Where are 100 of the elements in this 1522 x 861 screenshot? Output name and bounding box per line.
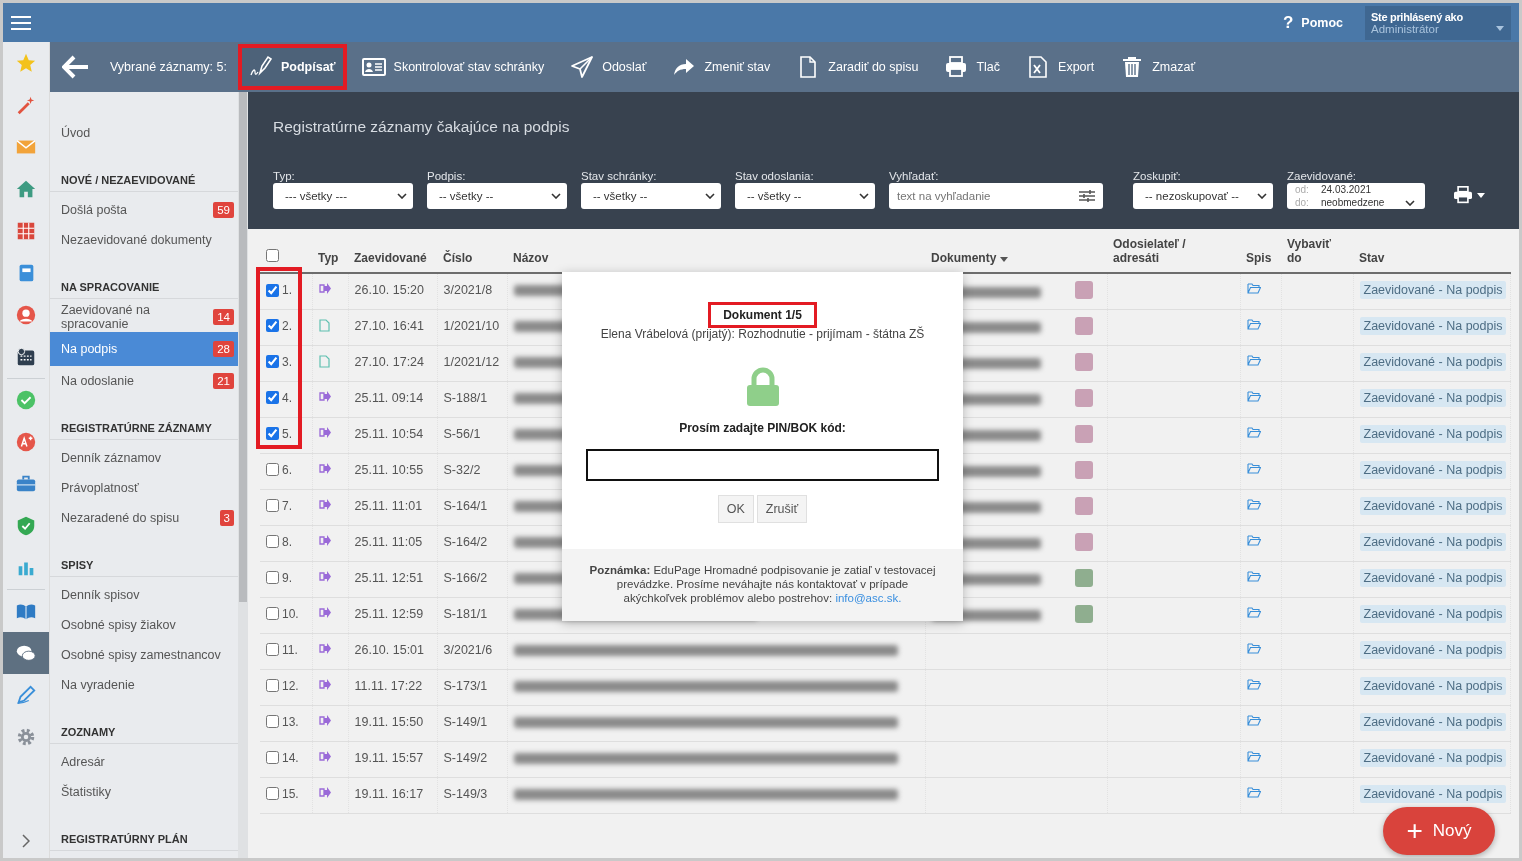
filter-dropdown[interactable]: -- všetky --	[735, 183, 875, 209]
print-menu-button[interactable]	[1453, 186, 1485, 204]
row-checkbox[interactable]	[266, 751, 279, 764]
folder-icon[interactable]	[1246, 786, 1261, 798]
column-header[interactable]: Odosielateľ / adresáti	[1113, 237, 1234, 265]
row-number: 6.	[282, 462, 292, 477]
toolbar-button[interactable]: Zaradiť do spisu	[786, 45, 929, 89]
filter-dropdown[interactable]: -- nezoskupovať --	[1133, 183, 1273, 209]
sidebar-item[interactable]: Štatistiky	[50, 777, 238, 807]
document-thumbnail[interactable]	[1074, 316, 1093, 335]
dialog-button[interactable]: OK	[717, 495, 754, 523]
sidebar-item[interactable]: Osobné spisy zamestnancov	[50, 640, 238, 670]
document-thumbnail[interactable]	[1074, 388, 1093, 407]
new-button[interactable]: + Nový	[1383, 807, 1495, 855]
toolbar-button[interactable]: Tlač	[934, 45, 1011, 89]
document-thumbnail[interactable]	[1074, 424, 1093, 443]
folder-icon[interactable]	[1246, 462, 1261, 474]
row-checkbox[interactable]	[266, 607, 279, 620]
row-number: 10.	[282, 606, 299, 621]
row-checkbox[interactable]	[266, 283, 279, 297]
scrollbar[interactable]	[238, 92, 248, 858]
folder-icon[interactable]	[1246, 534, 1261, 546]
row-checkbox[interactable]	[266, 463, 279, 476]
folder-icon[interactable]	[1246, 354, 1261, 366]
folder-icon[interactable]	[1246, 390, 1261, 402]
filter-settings-icon[interactable]	[1079, 189, 1095, 203]
document-thumbnail[interactable]	[1074, 496, 1093, 515]
select-all-checkbox[interactable]	[266, 249, 279, 262]
row-checkbox[interactable]	[266, 319, 279, 332]
sidebar-item[interactable]: Na vyradenie	[50, 670, 238, 700]
filter-dropdown[interactable]: -- všetky --	[427, 183, 567, 209]
sidebar-item[interactable]: Úvod	[50, 118, 238, 148]
column-header[interactable]: Zaevidované	[354, 251, 427, 265]
folder-icon[interactable]	[1246, 498, 1261, 510]
toolbar-button[interactable]: Export	[1016, 45, 1105, 89]
filter-dropdown[interactable]: -- všetky --	[581, 183, 721, 209]
sidebar-item[interactable]: Zaevidované na spracovanie 14	[50, 302, 238, 332]
row-checkbox[interactable]	[266, 787, 279, 800]
user-menu[interactable]: Ste prihlásený ako Administrátor	[1365, 5, 1511, 40]
sidebar-item[interactable]: Na odoslanie 21	[50, 366, 238, 396]
document-thumbnail[interactable]	[1074, 460, 1093, 479]
folder-icon[interactable]	[1246, 750, 1261, 762]
date-range-field[interactable]: od: 24.03.2021 do: neobmedzene	[1287, 183, 1425, 209]
toolbar-button[interactable]: Podpísať	[238, 45, 346, 89]
column-header[interactable]: Stav	[1359, 251, 1385, 265]
row-checkbox[interactable]	[266, 571, 279, 584]
toolbar-button[interactable]: Skontrolovať stav schránky	[351, 45, 555, 89]
pin-field[interactable]	[586, 449, 939, 481]
chevron-right-icon[interactable]	[22, 834, 30, 848]
row-checkbox[interactable]	[266, 391, 279, 404]
sidebar-item[interactable]: Právoplatnosť	[50, 473, 238, 503]
search-field[interactable]: text na vyhľadanie	[889, 183, 1103, 209]
sidebar-item[interactable]: Došlá pošta 59	[50, 195, 238, 225]
row-checkbox[interactable]	[266, 355, 279, 368]
sidebar-item[interactable]: Denník spisov	[50, 580, 238, 610]
sidebar-item[interactable]: Nezaradené do spisu 3	[50, 503, 238, 533]
folder-icon[interactable]	[1246, 570, 1261, 582]
document-thumbnail[interactable]	[1074, 352, 1093, 371]
sidebar-item[interactable]: Na podpis 28	[50, 332, 238, 366]
row-checkbox[interactable]	[266, 643, 279, 656]
folder-icon[interactable]	[1246, 283, 1261, 294]
toolbar-button[interactable]: Zmeniť stav	[662, 45, 781, 89]
document-thumbnail[interactable]	[1074, 281, 1093, 299]
row-checkbox[interactable]	[266, 535, 279, 548]
column-header[interactable]: Spis	[1246, 251, 1272, 265]
sort-caret-icon[interactable]	[999, 257, 1008, 262]
document-thumbnail[interactable]	[1074, 604, 1093, 623]
document-thumbnail[interactable]	[1074, 568, 1093, 587]
help-icon[interactable]: ?	[1282, 12, 1294, 33]
folder-icon[interactable]	[1246, 426, 1261, 438]
sidebar-item[interactable]: Adresár	[50, 747, 238, 777]
column-header[interactable]: Názov	[513, 251, 549, 265]
dialog-title: Dokument 1/5	[708, 302, 817, 328]
row-checkbox[interactable]	[266, 427, 279, 440]
toolbar-button[interactable]: Odoslať	[560, 45, 657, 89]
column-header[interactable]: Číslo	[443, 251, 473, 265]
toolbar-button[interactable]: Zmazať	[1110, 45, 1206, 89]
folder-icon[interactable]	[1246, 318, 1261, 330]
column-header[interactable]: Typ	[318, 251, 339, 265]
module-button[interactable]	[3, 632, 49, 674]
row-checkbox[interactable]	[266, 679, 279, 692]
folder-icon[interactable]	[1246, 714, 1261, 726]
menu-icon[interactable]	[11, 14, 31, 31]
folder-icon[interactable]	[1246, 678, 1261, 690]
document-thumbnail[interactable]	[1074, 532, 1093, 551]
column-header[interactable]: Vybaviť do	[1287, 237, 1347, 265]
help-link[interactable]: Pomoc	[1301, 15, 1343, 30]
filter-dropdown[interactable]: --- všetky ---	[273, 183, 413, 209]
row-checkbox[interactable]	[266, 715, 279, 728]
column-header[interactable]: Dokumenty	[931, 251, 997, 265]
folder-icon[interactable]	[1246, 606, 1261, 618]
folder-icon[interactable]	[1246, 642, 1261, 654]
sidebar-item[interactable]: Osobné spisy žiakov	[50, 610, 238, 640]
dialog-button[interactable]: Zrušiť	[756, 495, 808, 523]
row-checkbox[interactable]	[266, 499, 279, 512]
back-arrow-icon[interactable]	[62, 55, 90, 79]
filter-label: Typ:	[273, 170, 296, 182]
sidebar-item[interactable]: Nezaevidované dokumenty	[50, 225, 238, 255]
table-cell: S-149/2	[443, 750, 488, 765]
sidebar-item[interactable]: Denník záznamov	[50, 443, 238, 473]
